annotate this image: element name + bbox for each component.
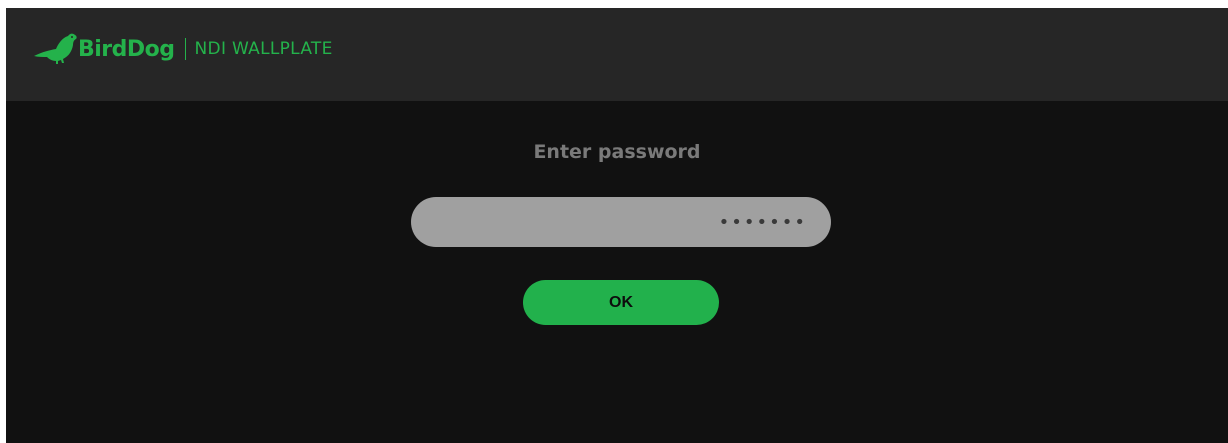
- password-input[interactable]: [411, 197, 831, 247]
- brand-divider: [184, 38, 186, 60]
- brand-logo: BirdDog NDI WALLPLATE: [32, 28, 333, 68]
- password-prompt: Enter password: [533, 141, 701, 163]
- bird-icon: [34, 33, 77, 64]
- ok-button[interactable]: OK: [523, 280, 719, 325]
- brand-name: BirdDog: [78, 36, 175, 62]
- product-name: NDI WALLPLATE: [194, 39, 333, 59]
- login-page: BirdDog NDI WALLPLATE Enter password OK: [6, 8, 1228, 443]
- login-panel: Enter password OK: [6, 101, 1228, 443]
- app-header: BirdDog NDI WALLPLATE: [6, 8, 1228, 101]
